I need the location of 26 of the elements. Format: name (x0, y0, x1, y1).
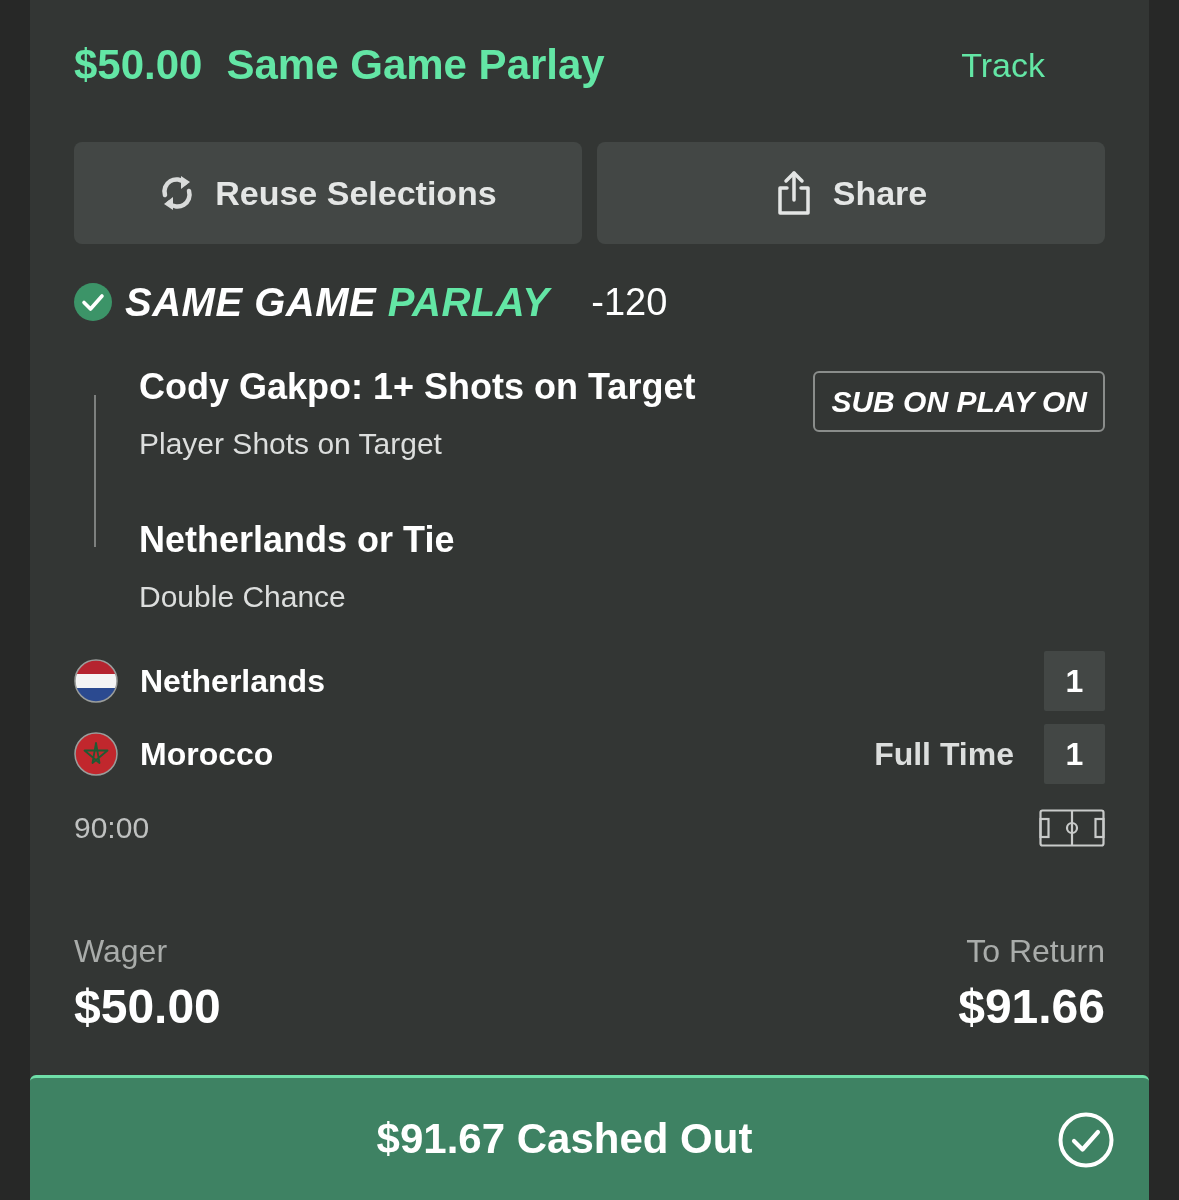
leg-selection: Cody Gakpo: 1+ Shots on Target (139, 365, 696, 409)
reuse-selections-button[interactable]: Reuse Selections (74, 142, 582, 244)
match-status: Full Time (874, 735, 1014, 774)
to-return-label: To Return (965, 932, 1105, 970)
pitch-icon[interactable] (1039, 809, 1105, 847)
to-return-amount: $91.66 (958, 979, 1105, 1035)
leg-market: Double Chance (139, 579, 347, 615)
cashed-out-label: $91.67 Cashed Out (376, 1114, 753, 1164)
stake-amount: $50.00 (74, 40, 203, 90)
wager-amount: $50.00 (74, 979, 221, 1035)
same-game-parlay-logo: SAME GAME PARLAY (125, 280, 550, 324)
track-link[interactable]: Track (961, 43, 1045, 87)
morocco-flag-icon (74, 732, 118, 776)
leg-market: Player Shots on Target (139, 426, 443, 462)
match-clock: 90:00 (74, 810, 150, 846)
team-name: Morocco (140, 735, 274, 774)
parlay-odds: -120 (591, 280, 668, 324)
team-score: 1 (1044, 651, 1105, 711)
bet-title: Same Game Parlay (226, 40, 605, 90)
netherlands-flag-icon (74, 659, 118, 703)
team-score: 1 (1044, 724, 1105, 784)
share-button[interactable]: Share (597, 142, 1105, 244)
leg-selection: Netherlands or Tie (139, 518, 455, 562)
promo-badge: SUB ON PLAY ON (813, 371, 1105, 432)
wager-label: Wager (74, 932, 169, 970)
team-name: Netherlands (140, 662, 325, 701)
